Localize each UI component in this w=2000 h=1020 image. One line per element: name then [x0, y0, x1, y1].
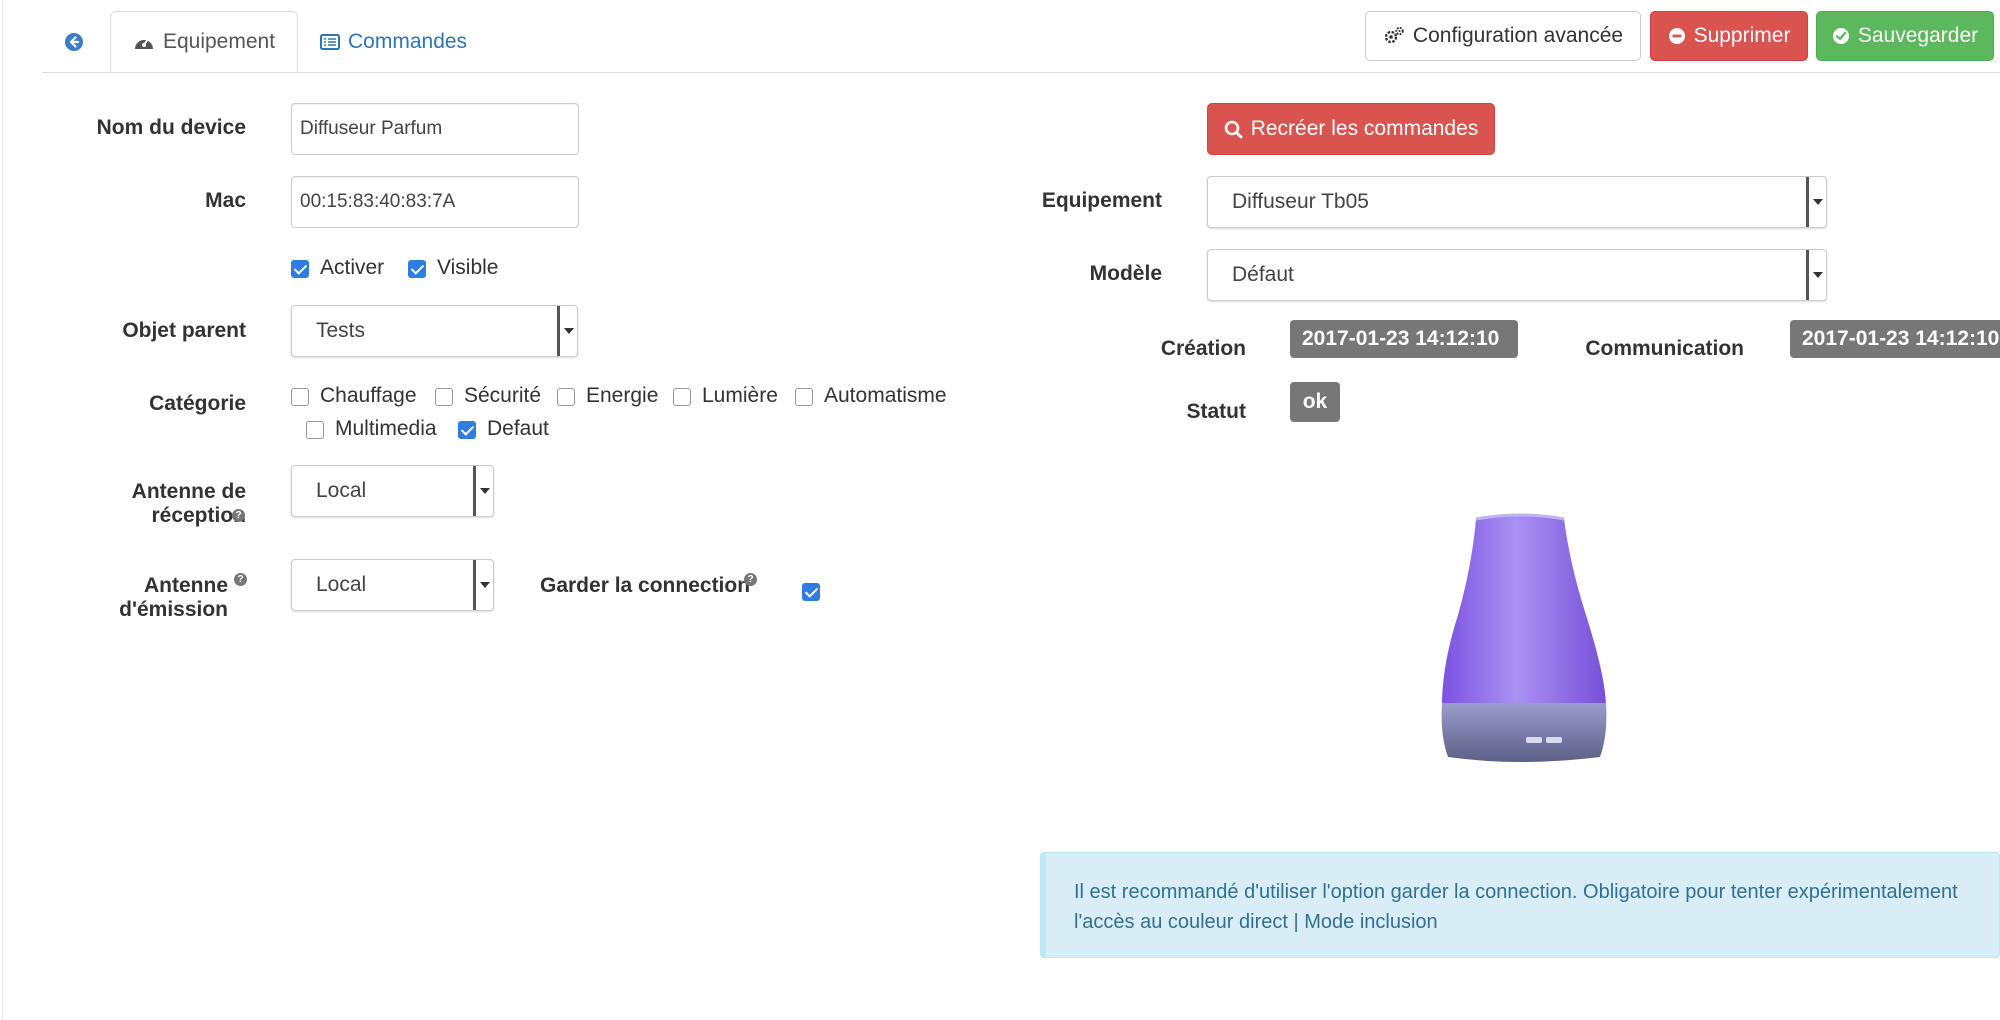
cogs-icon [1384, 26, 1404, 44]
delete-label: Supprimer [1693, 24, 1791, 47]
category-checkbox-chauffage[interactable] [291, 388, 309, 406]
save-button[interactable]: Sauvegarder [1816, 11, 1994, 61]
communication-date-badge: 2017-01-23 14:12:10 [1790, 320, 2000, 358]
category-checkbox-lumiere[interactable] [673, 388, 691, 406]
device-name-input[interactable]: Diffuseur Parfum [291, 103, 579, 155]
equipment-type-value: Diffuseur Tb05 [1232, 190, 1369, 213]
mac-input[interactable]: 00:15:83:40:83:7A [291, 176, 579, 228]
model-label: Modèle [1089, 262, 1162, 285]
search-icon [1224, 120, 1243, 138]
question-circle-icon[interactable]: ? [232, 509, 245, 522]
category-checkbox-automatisme[interactable] [795, 388, 813, 406]
category-label-multimedia: Multimedia [335, 417, 437, 440]
visible-label: Visible [437, 256, 499, 279]
info-alert: Il est recommandé d'utiliser l'option ga… [1040, 852, 2000, 958]
category-label-automatisme: Automatisme [824, 384, 947, 407]
status-label: Statut [1186, 400, 1247, 423]
equipment-type-select[interactable]: Diffuseur Tb05 [1207, 176, 1827, 228]
recreate-commands-label: Recréer les commandes [1250, 117, 1479, 140]
visible-checkbox[interactable] [408, 260, 426, 278]
question-circle-icon[interactable]: ? [744, 573, 757, 586]
antenna-rx-value: Local [316, 479, 367, 502]
category-label: Catégorie [149, 392, 246, 415]
back-tab[interactable] [42, 11, 106, 73]
parent-object-value: Tests [316, 319, 366, 342]
model-select[interactable]: Défaut [1207, 249, 1827, 301]
antenna-rx-select[interactable]: Local [291, 465, 494, 517]
keep-connection-label: Garder la connection [540, 574, 751, 597]
question-circle-icon[interactable]: ? [234, 573, 247, 586]
activer-checkbox[interactable] [291, 260, 309, 278]
mac-label: Mac [205, 189, 246, 212]
category-label-securite: Sécurité [464, 384, 542, 407]
tab-equipement-label: Equipement [162, 30, 276, 53]
creation-label: Création [1160, 337, 1246, 360]
diffuser-device-image [1441, 513, 1607, 762]
tab-commandes-label: Commandes [348, 30, 468, 53]
creation-date-badge: 2017-01-23 14:12:10 [1290, 320, 1518, 358]
antenna-tx-value: Local [316, 573, 367, 596]
parent-object-label: Objet parent [122, 319, 246, 342]
category-checkbox-energie[interactable] [557, 388, 575, 406]
chevron-down-icon [1806, 250, 1826, 300]
category-label-defaut: Defaut [487, 417, 549, 440]
category-label-energie: Energie [586, 384, 659, 407]
communication-label: Communication [1585, 337, 1744, 360]
device-name-label: Nom du device [96, 116, 246, 139]
tab-equipement[interactable]: Equipement [110, 11, 298, 73]
tabs-divider [42, 72, 2000, 73]
list-alt-icon [320, 34, 340, 50]
category-label-chauffage: Chauffage [320, 384, 417, 407]
activer-label: Activer [320, 256, 385, 279]
page-left-border [2, 0, 3, 1020]
chevron-down-icon [473, 560, 493, 610]
info-alert-text: Il est recommandé d'utiliser l'option ga… [1074, 881, 1958, 933]
category-label-lumiere: Lumière [702, 384, 778, 407]
keep-connection-checkbox[interactable] [802, 583, 820, 601]
antenna-tx-select[interactable]: Local [291, 559, 494, 611]
tab-commandes[interactable]: Commandes [320, 11, 480, 73]
save-label: Sauvegarder [1857, 24, 1979, 47]
status-badge: ok [1290, 382, 1340, 422]
tachometer-icon [134, 38, 153, 49]
minus-circle-icon [1668, 28, 1685, 44]
category-checkbox-defaut[interactable] [458, 421, 476, 439]
check-circle-icon [1832, 28, 1849, 44]
category-checkbox-securite[interactable] [435, 388, 453, 406]
arrow-circle-left-icon [65, 33, 83, 51]
antenna-tx-label: Antenne d'émission [119, 574, 228, 621]
chevron-down-icon [557, 306, 577, 356]
parent-object-select[interactable]: Tests [291, 305, 578, 357]
advanced-config-label: Configuration avancée [1412, 24, 1624, 47]
chevron-down-icon [1806, 177, 1826, 227]
model-value: Défaut [1232, 263, 1294, 286]
recreate-commands-button[interactable]: Recréer les commandes [1207, 103, 1495, 155]
equipment-type-label: Equipement [1041, 189, 1162, 212]
chevron-down-icon [473, 466, 493, 516]
category-checkbox-multimedia[interactable] [306, 421, 324, 439]
antenna-rx-label: Antenne de réception [131, 480, 246, 527]
delete-button[interactable]: Supprimer [1650, 11, 1808, 61]
advanced-config-button[interactable]: Configuration avancée [1365, 11, 1641, 61]
